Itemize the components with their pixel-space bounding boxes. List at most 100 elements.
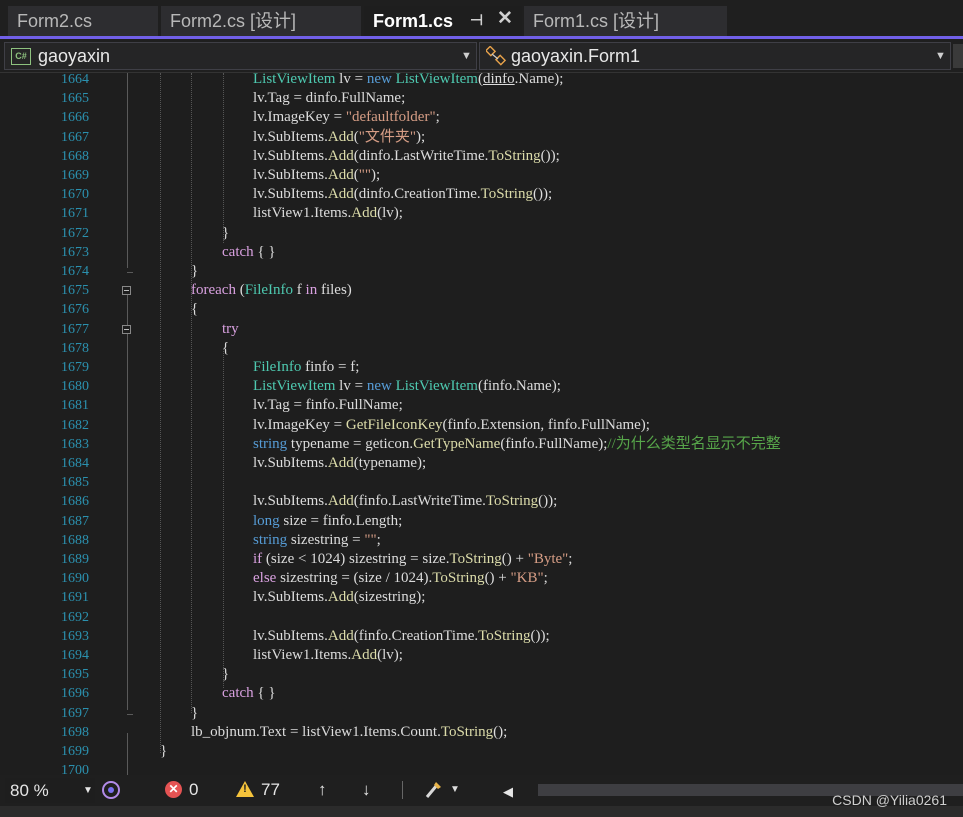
code-token: string — [253, 531, 288, 548]
line-number: 1680 — [61, 379, 89, 395]
code-text: ListViewItem lv = new ListViewItem(dinfo… — [253, 73, 563, 89]
watermark: CSDN @Yilia0261 — [832, 792, 947, 808]
chevron-down-icon[interactable]: ▼ — [450, 784, 460, 795]
code-token: Add — [327, 167, 354, 183]
code-text: FileInfo finfo = f; — [253, 358, 359, 377]
code-line: 1690 else sizestring = (size / 1024).ToSt… — [0, 569, 963, 588]
code-line: 1678{ — [0, 339, 963, 358]
code-line: 1697} — [0, 704, 963, 723]
class-name: gaoyaxin.Form1 — [511, 46, 641, 66]
line-number: 1700 — [61, 763, 89, 775]
tab-form2-cs[interactable]: Form2.cs — [8, 6, 158, 36]
code-token: "KB" — [510, 570, 544, 587]
code-text: lv.SubItems.Add(finfo.LastWriteTime.ToSt… — [253, 492, 557, 511]
collapse-toggle-icon[interactable] — [122, 286, 131, 296]
collapse-toggle-icon[interactable] — [122, 324, 131, 334]
code-token: lv.ImageKey = — [253, 416, 346, 433]
code-cleanup-brush-icon[interactable] — [423, 780, 443, 800]
code-text: foreach (FileInfo f in files) — [191, 281, 352, 300]
navigation-bar: C# gaoyaxin ▼ gaoyaxin.Form1 ▼ — [0, 39, 963, 73]
code-line: 1698 lb_objnum.Text = listView1.Items.Cou… — [0, 723, 963, 742]
code-editor[interactable]: 1664 ListViewItem lv = new ListViewItem(d… — [0, 73, 963, 775]
csharp-project-icon: C# — [11, 48, 31, 65]
code-token: { } — [253, 243, 276, 260]
outline-end — [127, 713, 133, 715]
code-token: lv.SubItems. — [253, 493, 328, 510]
code-text: if (size < 1024) sizestring = size.ToStr… — [253, 550, 572, 569]
error-count[interactable]: 0 — [189, 779, 198, 801]
project-dropdown[interactable]: C# gaoyaxin ▼ — [4, 42, 477, 70]
line-number: 1679 — [61, 360, 89, 375]
code-token: new — [366, 73, 392, 87]
code-line: 1686 lv.SubItems.Add(finfo.LastWriteTime.… — [0, 492, 963, 511]
code-token: lv.ImageKey = — [253, 109, 346, 126]
code-line: 1668 lv.SubItems.Add(dinfo.LastWriteTime.… — [0, 147, 963, 166]
code-token: lv.SubItems. — [253, 167, 328, 183]
code-token: (finfo.FullName); — [500, 435, 608, 452]
code-line: 1696 catch { } — [0, 684, 963, 703]
code-token: new — [366, 378, 392, 395]
code-token: "" — [358, 167, 371, 183]
outline-end — [127, 272, 133, 273]
code-line: 1669 lv.SubItems.Add(""); — [0, 166, 963, 185]
document-tab-strip: Form2.cs Form2.cs [设计] Form1.cs ⊣ ✕ Form… — [0, 0, 963, 39]
line-number: 1691 — [61, 590, 89, 606]
code-token: Add — [327, 455, 354, 471]
outline-line — [127, 73, 128, 268]
code-token: ; — [543, 570, 548, 587]
code-line: 1695} — [0, 665, 963, 684]
code-token: ); — [370, 167, 381, 183]
code-text: string typename = geticon.GetTypeName(fi… — [253, 435, 781, 454]
line-number: 1677 — [61, 321, 89, 337]
code-line: 1676 { — [0, 300, 963, 319]
code-line: 1674} — [0, 262, 963, 281]
code-token: (dinfo.LastWriteTime. — [353, 147, 489, 164]
line-number: 1685 — [61, 475, 89, 491]
zoom-dropdown[interactable]: 80 % ▼ — [5, 778, 95, 803]
line-number: 1678 — [61, 340, 89, 356]
code-token: (dinfo.CreationTime. — [353, 186, 481, 203]
warning-count[interactable]: 77 — [261, 779, 280, 801]
class-dropdown[interactable]: gaoyaxin.Form1 ▼ — [479, 42, 951, 70]
scroll-left-icon[interactable]: ◀ — [503, 781, 513, 803]
split-button[interactable] — [953, 44, 963, 68]
warning-mark: ! — [243, 783, 247, 795]
line-number: 1672 — [61, 225, 89, 241]
code-text: try — [222, 320, 239, 339]
code-token: ToString — [488, 147, 541, 164]
close-icon[interactable]: ✕ — [497, 9, 513, 28]
code-token: ()); — [538, 493, 558, 510]
code-text: { — [191, 300, 198, 319]
code-text: lv.SubItems.Add("文件夹"); — [253, 128, 425, 147]
code-token: lv = — [335, 378, 367, 395]
code-token: ); — [415, 128, 426, 145]
x-circle-icon[interactable]: ✕ — [165, 781, 182, 798]
line-number: 1686 — [61, 494, 89, 510]
tab-label: Form1.cs — [373, 11, 454, 31]
separator — [402, 781, 403, 799]
tab-label: Form2.cs [设计] — [170, 11, 297, 31]
code-token: { — [191, 301, 199, 318]
tab-form1-cs[interactable]: Form1.cs ⊣ ✕ — [364, 6, 522, 38]
code-line: 1679 FileInfo finfo = f; — [0, 358, 963, 377]
code-token: dinfo — [482, 73, 515, 87]
arrow-up-icon[interactable]: ↑ — [318, 779, 327, 801]
code-text: } — [160, 742, 167, 761]
chevron-down-icon: ▼ — [83, 785, 93, 796]
code-token: lv.Tag = finfo.FullName; — [253, 397, 403, 414]
code-token: (size < 1024) sizestring = size. — [262, 551, 450, 567]
arrow-down-icon[interactable]: ↓ — [362, 779, 371, 801]
copilot-icon[interactable] — [101, 780, 121, 800]
line-number: 1666 — [61, 110, 89, 126]
line-number: 1697 — [61, 705, 89, 721]
code-token: ListViewItem — [253, 378, 336, 395]
code-token: } — [160, 743, 168, 759]
tab-form1-designer[interactable]: Form1.cs [设计] — [524, 6, 727, 36]
tab-form2-designer[interactable]: Form2.cs [设计] — [161, 6, 361, 36]
pin-icon[interactable]: ⊣ — [470, 13, 483, 28]
code-line: 1683 string typename = geticon.GetTypeNam… — [0, 435, 963, 454]
code-token: ; — [568, 551, 573, 567]
code-text: listView1.Items.Add(lv); — [253, 646, 403, 665]
outline-line — [127, 733, 128, 775]
code-token: sizestring = (size / 1024). — [276, 570, 433, 587]
